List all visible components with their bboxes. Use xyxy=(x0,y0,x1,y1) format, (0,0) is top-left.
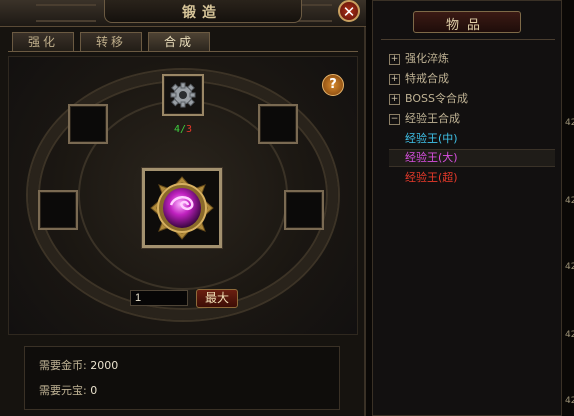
forge-window: 锻造 ✕ 强化 转移 合成 ? 4/3 1 最大 需要金币: 2000 需要元宝… xyxy=(0,0,366,416)
category-boss-token[interactable]: + BOSS令合成 xyxy=(389,90,468,108)
category-label: 特戒合成 xyxy=(405,72,449,85)
material-count: 4/3 xyxy=(160,124,206,135)
edge-number: 42 xyxy=(565,262,574,272)
category-label: BOSS令合成 xyxy=(405,92,468,105)
items-divider xyxy=(381,39,555,40)
category-label: 经验王合成 xyxy=(405,112,460,125)
subitem-exp-king-large[interactable]: 经验王(大) xyxy=(405,149,458,167)
tab-strengthen[interactable]: 强化 xyxy=(12,32,74,52)
gold-cost-label: 需要金币: xyxy=(39,359,87,372)
max-button[interactable]: 最大 xyxy=(196,289,238,308)
edge-number: 42 xyxy=(565,196,574,206)
expand-icon[interactable]: + xyxy=(389,93,400,105)
category-exp-king[interactable]: − 经验王合成 xyxy=(389,110,460,128)
edge-number: 42 xyxy=(565,396,574,406)
slot-top-left[interactable] xyxy=(68,104,108,144)
category-special-ring[interactable]: + 特戒合成 xyxy=(389,70,449,88)
material-count-need: 3 xyxy=(186,124,193,135)
tab-synthesize[interactable]: 合成 xyxy=(148,32,210,52)
forge-title: 锻造 xyxy=(182,5,222,21)
slot-bottom-right[interactable] xyxy=(284,190,324,230)
category-strengthen[interactable]: + 强化淬炼 xyxy=(389,50,449,68)
exp-king-gem-icon xyxy=(150,176,214,240)
tab-divider xyxy=(8,51,358,52)
items-panel: 物品 + 强化淬炼 + 特戒合成 + BOSS令合成 − 经验王合成 经验王(中) 经验… xyxy=(372,0,562,416)
collapse-icon[interactable]: − xyxy=(389,113,400,125)
result-slot[interactable] xyxy=(142,168,222,248)
edge-number: 42 xyxy=(565,118,574,128)
subitem-exp-king-medium[interactable]: 经验王(中) xyxy=(405,130,458,148)
category-label: 强化淬炼 xyxy=(405,52,449,65)
slot-top-right[interactable] xyxy=(258,104,298,144)
titlebar-ornament-left xyxy=(36,4,96,22)
yuanbao-cost-value: 0 xyxy=(90,384,98,397)
gold-cost-row: 需要金币: 2000 xyxy=(39,357,118,373)
expand-icon[interactable]: + xyxy=(389,53,400,65)
yuanbao-cost-label: 需要元宝: xyxy=(39,384,87,397)
gear-material-icon xyxy=(170,82,196,108)
right-edge-strip xyxy=(563,0,574,416)
gold-cost-value: 2000 xyxy=(90,359,119,372)
close-button[interactable]: ✕ xyxy=(338,0,360,22)
edge-number: 42 xyxy=(565,330,574,340)
help-icon[interactable]: ? xyxy=(322,74,344,96)
subitem-exp-king-super[interactable]: 经验王(超) xyxy=(405,169,458,187)
tab-transfer[interactable]: 转移 xyxy=(80,32,142,52)
cost-panel: 需要金币: 2000 需要元宝: 0 xyxy=(24,346,340,410)
items-title: 物品 xyxy=(445,18,488,33)
quantity-input[interactable] xyxy=(130,290,188,306)
material-slot[interactable] xyxy=(162,74,204,116)
yuanbao-cost-row: 需要元宝: 0 xyxy=(39,382,97,398)
slot-bottom-left[interactable] xyxy=(38,190,78,230)
expand-icon[interactable]: + xyxy=(389,73,400,85)
